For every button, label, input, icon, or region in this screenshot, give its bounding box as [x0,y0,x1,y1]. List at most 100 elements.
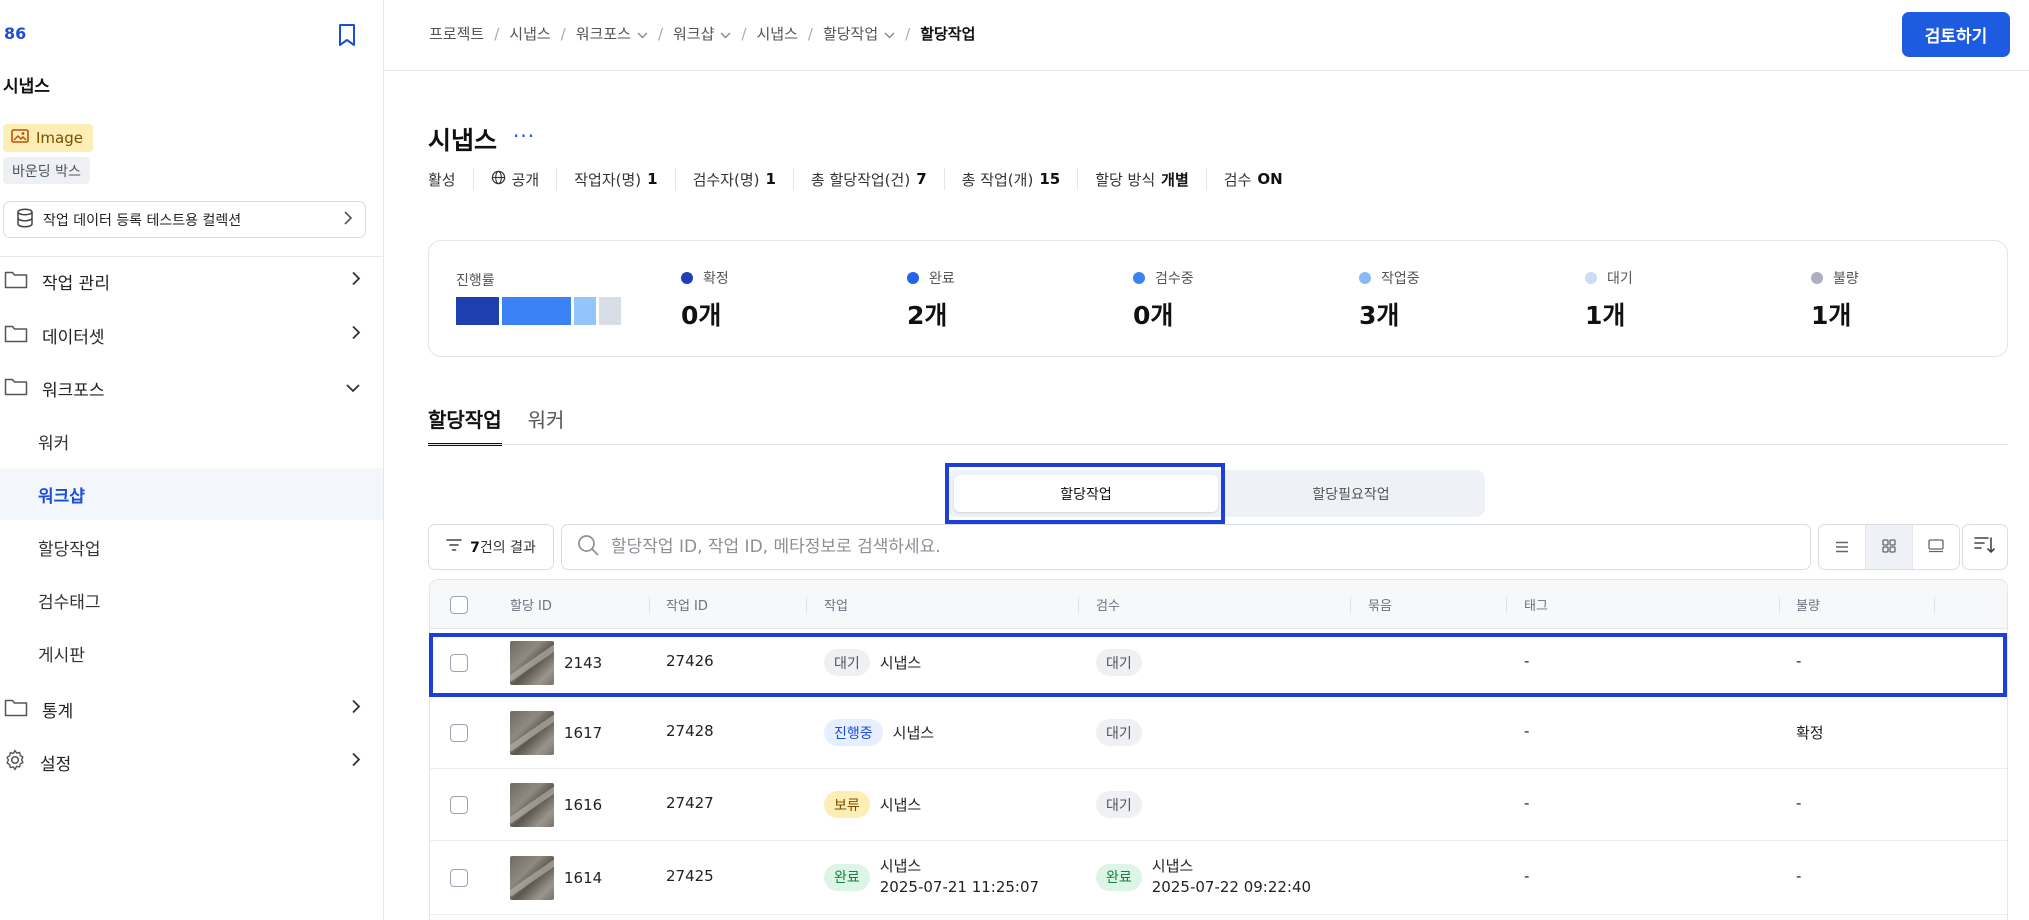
status-dot [1811,272,1823,284]
bookmark-icon[interactable] [337,23,357,47]
sidebar-item-settings[interactable]: 설정 [0,736,383,788]
assign-id-cell: 2143 [510,641,602,685]
row-checkbox[interactable] [450,796,468,814]
segment-needs-assignment[interactable]: 할당필요작업 [1222,475,1480,512]
progress-segment [456,297,499,325]
column-header[interactable]: 검수 [1096,580,1120,629]
table-row[interactable]: 2143 27426 대기 시냅스 대기 - - [430,629,2007,697]
filter-button[interactable]: 7건의 결과 [428,524,554,570]
list-view-button[interactable] [1819,525,1865,569]
tab-workers[interactable]: 워커 [528,404,565,446]
sidebar-item-workforce[interactable]: 워크포스 [0,362,383,414]
stat-label: 불량 [1833,271,1859,287]
meta-status: 활성 [428,168,473,190]
breadcrumb-workforce[interactable]: 워크포스 [576,23,648,44]
column-divider [649,597,650,613]
assign-id-cell: 1614 [510,856,602,900]
progress-segment [599,297,621,325]
defect-cell: - [1796,794,1802,812]
column-divider [1779,597,1780,613]
status-dot [681,272,693,284]
row-checkbox-cell [450,724,468,742]
column-divider [1934,597,1935,613]
work-cell: 완료 시냅스 2025-07-21 11:25:07 [824,856,1039,898]
meta-review: 검수 ON [1205,168,1300,190]
view-toggle-group [1818,524,1960,570]
stat-value: 2개 [907,301,948,330]
breadcrumb-workshop[interactable]: 워크샵 [673,23,731,44]
breadcrumb-separator: / [905,24,911,43]
meta-label: 검수 [1223,170,1252,189]
assign-id: 1614 [564,869,603,887]
column-header[interactable]: 태그 [1524,580,1548,629]
meta-value: 개별 [1161,170,1189,189]
status-dot [1133,272,1145,284]
stat-reviewing: 검수중 0개 [1133,268,1194,332]
sidebar-item-board[interactable]: 게시판 [0,627,383,679]
row-checkbox[interactable] [450,869,468,887]
review-cell: 완료 시냅스 2025-07-22 09:22:40 [1096,856,1311,898]
table-row[interactable]: 1617 27428 진행중 시냅스 대기 - 확정 [430,697,2007,769]
task-thumbnail [510,641,554,685]
tag-cell: - [1524,867,1530,885]
tab-assignments[interactable]: 할당작업 [428,404,502,446]
gallery-view-button[interactable] [1912,525,1959,569]
breadcrumb-separator: / [494,24,500,43]
chevron-down-icon [637,25,648,43]
row-checkbox[interactable] [450,654,468,672]
search-icon [577,534,599,560]
collection-button[interactable]: 작업 데이터 등록 테스트용 컬렉션 [3,201,366,238]
progress-bar [456,297,628,325]
meta-label: 총 할당작업(건) [810,170,911,189]
breadcrumb-assignments[interactable]: 할당작업 [823,23,895,44]
work-info: 시냅스 2025-07-21 11:25:07 [880,856,1039,898]
meta-workers: 작업자(명) 1 [556,168,674,190]
sidebar-item-dataset[interactable]: 데이터셋 [0,309,383,361]
grid-view-button[interactable] [1865,525,1912,569]
breadcrumb-label: 프로젝트 [429,25,485,43]
status-badge: 대기 [824,649,870,676]
breadcrumb-project-name[interactable]: 시냅스 [509,23,550,44]
stat-defective: 불량 1개 [1811,268,1859,332]
meta-visibility: 공개 [472,168,557,190]
sidebar-item-workshop[interactable]: 워크샵 [0,468,383,520]
column-header[interactable]: 묶음 [1368,580,1392,629]
column-header[interactable]: 불량 [1796,580,1820,629]
collection-label: 작업 데이터 등록 테스트용 컬렉션 [43,212,242,229]
column-header[interactable]: 작업 ID [666,580,708,629]
segment-assignments[interactable]: 할당작업 [954,475,1218,512]
assign-id-cell: 1617 [510,711,602,755]
meta-row: 활성 공개 작업자(명) 1 검수자(명) 1 총 할당작업(건) 7 총 작업(개)… [428,168,1300,190]
meta-value: 1 [647,170,658,188]
column-header[interactable]: 할당 ID [510,580,552,629]
table-row[interactable]: 1616 27427 보류 시냅스 대기 - - [430,769,2007,841]
breadcrumb-label: 할당작업 [920,25,976,43]
stat-waiting: 대기 1개 [1585,268,1633,332]
breadcrumb-separator: / [741,24,747,43]
column-header[interactable]: 작업 [824,580,848,629]
meta-total-tasks: 총 작업(개) 15 [943,168,1078,190]
breadcrumb-workshop-name[interactable]: 시냅스 [756,23,797,44]
sidebar-item-task-management[interactable]: 작업 관리 [0,255,383,307]
project-id: 86 [4,24,27,43]
sidebar-item-statistics[interactable]: 통계 [0,683,383,735]
search-box [561,524,1811,570]
tabs: 할당작업 워커 [428,404,564,446]
table-row[interactable]: 1614 27425 완료 시냅스 2025-07-21 11:25:07 완료 … [430,841,2007,915]
work-cell: 대기 시냅스 [824,649,921,676]
more-options-icon[interactable]: ··· [513,124,535,148]
label-type-badge: 바운딩 박스 [3,157,90,184]
select-all-checkbox[interactable] [450,595,468,614]
sidebar-item-review-tags[interactable]: 검수태그 [0,574,383,626]
row-checkbox[interactable] [450,724,468,742]
sidebar-item-worker[interactable]: 워커 [0,415,383,467]
breadcrumb-label: 시냅스 [509,25,551,43]
search-input[interactable] [611,537,1810,557]
work-cell: 진행중 시냅스 [824,719,934,746]
table-header: 할당 ID 작업 ID 작업 검수 묶음 태그 불량 [430,580,2007,629]
sort-button[interactable] [1962,524,2008,570]
sidebar-item-assignments[interactable]: 할당작업 [0,521,383,573]
review-button[interactable]: 검토하기 [1902,12,2010,57]
result-count: 7 [470,540,480,556]
breadcrumb-project[interactable]: 프로젝트 [429,23,484,44]
